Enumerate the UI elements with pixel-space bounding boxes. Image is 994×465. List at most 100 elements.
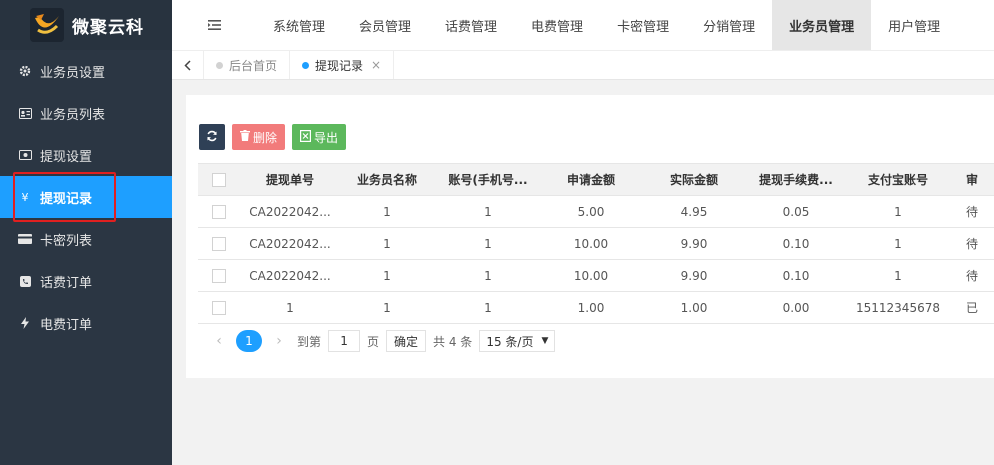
top-nav: 系统管理 会员管理 话费管理 电费管理 卡密管理 分销管理 业务员管理 用户管理 xyxy=(172,0,994,50)
refresh-icon xyxy=(206,130,218,145)
goto-suffix: 页 xyxy=(367,334,380,349)
page-tab-label: 后台首页 xyxy=(229,58,278,73)
withdraw-records-table: 提现单号 业务员名称 账号(手机号... 申请金额 实际金额 提现手续费... … xyxy=(198,163,994,324)
tab-card[interactable]: 卡密管理 xyxy=(600,0,686,50)
next-page-icon[interactable]: › xyxy=(268,333,290,349)
column-header[interactable]: 业务员名称 xyxy=(338,163,436,196)
sidebar-item-label: 提现设置 xyxy=(40,149,93,165)
export-button[interactable]: 导出 xyxy=(292,124,347,150)
page-tab-bar: 后台首页 提现记录 × xyxy=(172,50,994,80)
sidebar-item-electric-orders[interactable]: 电费订单 xyxy=(0,302,172,344)
table-cell: CA2022042... xyxy=(242,227,338,260)
column-header[interactable]: 提现手续费... xyxy=(746,163,846,196)
phone-icon xyxy=(18,274,32,288)
goto-confirm-button[interactable]: 确定 xyxy=(386,330,427,352)
bolt-icon xyxy=(18,316,32,330)
refresh-button[interactable] xyxy=(199,124,225,150)
tab-dot-icon xyxy=(302,61,310,69)
table-cell: 0.10 xyxy=(746,259,846,292)
sidebar-item-withdraw-records[interactable]: ¥ 提现记录 xyxy=(0,176,172,218)
cash-icon xyxy=(18,148,32,162)
table-header-row: 提现单号 业务员名称 账号(手机号... 申请金额 实际金额 提现手续费... … xyxy=(198,163,994,196)
sidebar-item-label: 卡密列表 xyxy=(40,233,93,249)
table-cell: 待 xyxy=(950,195,994,228)
tab-phone-fee[interactable]: 话费管理 xyxy=(428,0,514,50)
page-tab-label: 提现记录 xyxy=(315,58,364,73)
sidebar-menu: 业务员设置 业务员列表 提现设置 ¥ 提现记录 卡密列表 话费订单 电费订单 xyxy=(0,50,172,344)
pagination: ‹ 1 › 到第 页 确定 共 4 条 15 条/页 ▼ xyxy=(208,330,556,352)
table-cell: 待 xyxy=(950,227,994,260)
row-checkbox-cell[interactable] xyxy=(198,195,242,228)
row-checkbox-cell[interactable] xyxy=(198,291,242,324)
table-cell: 1 xyxy=(436,259,540,292)
tab-user[interactable]: 用户管理 xyxy=(871,0,957,50)
table-cell: 1 xyxy=(338,195,436,228)
column-header[interactable]: 实际金额 xyxy=(642,163,746,196)
tab-electric-fee[interactable]: 电费管理 xyxy=(514,0,600,50)
table-row[interactable]: CA2022042... 1 1 5.00 4.95 0.05 1 待 xyxy=(198,195,994,228)
table-cell: 9.90 xyxy=(642,259,746,292)
logo: 微聚云科 xyxy=(0,0,172,50)
tab-dot-icon xyxy=(216,61,223,69)
page-size-select[interactable]: 15 条/页 ▼ xyxy=(479,330,556,352)
page-tab-home[interactable]: 后台首页 xyxy=(204,51,291,79)
table-cell: 待 xyxy=(950,259,994,292)
table-cell: 0.00 xyxy=(746,291,846,324)
tab-member[interactable]: 会员管理 xyxy=(342,0,428,50)
table-cell: 1 xyxy=(242,291,338,324)
table-row[interactable]: CA2022042... 1 1 10.00 9.90 0.10 1 待 xyxy=(198,227,994,260)
row-checkbox[interactable] xyxy=(212,204,226,219)
table-cell: 1.00 xyxy=(540,291,642,324)
table-cell: CA2022042... xyxy=(242,259,338,292)
total-count: 共 4 条 xyxy=(433,334,473,349)
tab-salesman[interactable]: 业务员管理 xyxy=(772,0,872,50)
sidebar-item-label: 电费订单 xyxy=(40,317,93,333)
chevron-left-icon[interactable] xyxy=(172,51,204,79)
page-tab-withdraw-records[interactable]: 提现记录 × xyxy=(290,51,395,79)
table-cell: 9.90 xyxy=(642,227,746,260)
caret-down-icon: ▼ xyxy=(541,336,549,346)
goto-page-input[interactable] xyxy=(328,330,361,352)
table-cell: 5.00 xyxy=(540,195,642,228)
table-cell: 0.10 xyxy=(746,227,846,260)
close-icon[interactable]: × xyxy=(371,58,381,72)
current-page[interactable]: 1 xyxy=(236,330,262,352)
table-cell: 0.05 xyxy=(746,195,846,228)
prev-page-icon[interactable]: ‹ xyxy=(208,333,230,349)
sidebar-item-salesman-list[interactable]: 业务员列表 xyxy=(0,92,172,134)
row-checkbox[interactable] xyxy=(212,236,226,251)
column-header[interactable]: 申请金额 xyxy=(540,163,642,196)
sidebar-item-withdraw-settings[interactable]: 提现设置 xyxy=(0,134,172,176)
sidebar-item-phone-orders[interactable]: 话费订单 xyxy=(0,260,172,302)
select-all-checkbox[interactable] xyxy=(212,172,226,187)
table-cell: CA2022042... xyxy=(242,195,338,228)
table-cell: 1 xyxy=(846,195,950,228)
sidebar-item-salesman-settings[interactable]: 业务员设置 xyxy=(0,50,172,92)
delete-button-label: 删除 xyxy=(253,130,278,145)
menu-toggle-icon[interactable] xyxy=(172,0,256,50)
gear-icon xyxy=(18,64,32,78)
column-header[interactable]: 账号(手机号... xyxy=(436,163,540,196)
column-header[interactable]: 支付宝账号 xyxy=(846,163,950,196)
column-header[interactable]: 审 xyxy=(950,163,994,196)
logo-icon xyxy=(30,8,64,42)
table-row[interactable]: 1 1 1 1.00 1.00 0.00 15112345678 已 xyxy=(198,291,994,324)
column-header[interactable]: 提现单号 xyxy=(242,163,338,196)
sidebar-item-card-list[interactable]: 卡密列表 xyxy=(0,218,172,260)
table-cell: 1 xyxy=(436,291,540,324)
delete-button[interactable]: 删除 xyxy=(232,124,286,150)
id-card-icon xyxy=(18,106,32,120)
tab-distribution[interactable]: 分销管理 xyxy=(686,0,772,50)
toolbar: 删除 导出 xyxy=(199,124,347,150)
table-row[interactable]: CA2022042... 1 1 10.00 9.90 0.10 1 待 xyxy=(198,259,994,292)
row-checkbox[interactable] xyxy=(212,268,226,283)
row-checkbox[interactable] xyxy=(212,300,226,315)
row-checkbox-cell[interactable] xyxy=(198,259,242,292)
tab-system[interactable]: 系统管理 xyxy=(256,0,342,50)
select-all-checkbox-cell[interactable] xyxy=(198,163,242,196)
page-size-value: 15 条/页 xyxy=(486,334,534,349)
table-cell: 1 xyxy=(436,227,540,260)
export-file-icon xyxy=(300,129,312,145)
row-checkbox-cell[interactable] xyxy=(198,227,242,260)
trash-icon xyxy=(240,130,250,144)
